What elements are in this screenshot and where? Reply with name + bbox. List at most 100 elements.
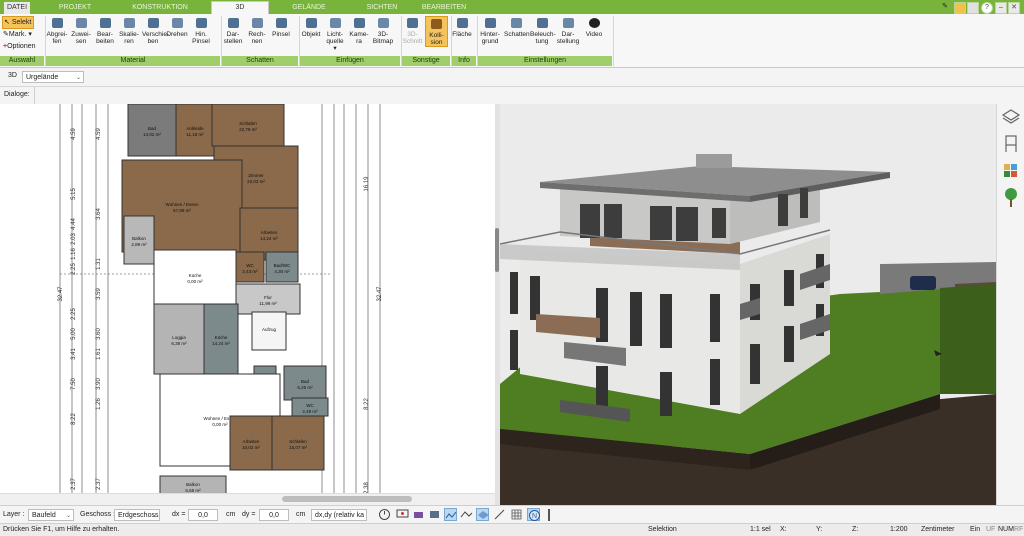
tree-icon[interactable] <box>1005 188 1017 207</box>
material-button-2[interactable]: Bear-beiten <box>94 16 116 45</box>
room-name: Zimmer <box>248 173 264 178</box>
chair-icon[interactable] <box>1005 135 1017 152</box>
room[interactable]: Balkon2,89 m² <box>123 215 155 265</box>
layers-icon[interactable] <box>1001 109 1021 124</box>
room[interactable]: Küche14,24 m² <box>203 303 239 375</box>
room-size: 4,30 m² <box>274 269 290 274</box>
tab-konstruktion[interactable]: KONSTRUKTION <box>126 2 194 14</box>
tab-projekt[interactable]: PROJEKT <box>52 2 98 14</box>
material-button-4[interactable]: Verschie-ben <box>142 16 169 45</box>
room-name: Loggia <box>172 335 186 340</box>
floor-plan-view[interactable]: Bad 14,02 m² Ankleide 11,18 m² Schlafen 22,79… <box>0 104 496 493</box>
edit-icon[interactable] <box>493 508 506 521</box>
info-button-0[interactable]: Fläche <box>452 16 472 38</box>
floor-select[interactable]: Erdgeschoss ⌄ <box>114 509 160 521</box>
sonstige-button-1[interactable]: Kolli-sion <box>425 16 448 47</box>
room[interactable]: Bad14,02 m² <box>127 104 177 157</box>
clock-icon[interactable] <box>378 508 391 521</box>
info-button-label: Fläche <box>452 31 472 38</box>
minimize-icon[interactable]: – <box>995 2 1007 14</box>
room[interactable]: Schlafen22,79 m² <box>211 104 285 147</box>
measure-icon[interactable] <box>460 508 473 521</box>
room[interactable]: Aufzug <box>251 311 287 351</box>
room[interactable]: Schlafen15,07 m² <box>271 415 325 471</box>
tab-bearbeiten[interactable]: BEARBEITEN <box>414 2 474 14</box>
room[interactable]: Bad/WC4,30 m² <box>265 251 299 283</box>
einfuegen-button-0[interactable]: Objekt <box>300 16 322 38</box>
status-rf: RF <box>1014 526 1024 533</box>
material-palette-icon[interactable] <box>1004 164 1017 177</box>
room[interactable]: Balkon5,58 m² <box>159 475 227 493</box>
material-button-5[interactable]: Drehen <box>166 16 188 38</box>
room[interactable]: Flur11,99 m² <box>235 283 301 315</box>
schatten-button-1[interactable]: Rech-nen <box>246 16 268 45</box>
coordinate-mode-select[interactable]: dx,dy (relativ ka <box>311 509 367 521</box>
collision-icon <box>431 19 442 29</box>
room[interactable]: Loggia6,38 m² <box>153 303 205 375</box>
tab-gelaende[interactable]: GELÄNDE <box>284 2 334 14</box>
dx-input[interactable]: 0,0 <box>188 509 218 521</box>
status-y: Y: <box>816 526 823 533</box>
room-size: 2,49 m² <box>302 409 318 414</box>
tab-3d[interactable]: 3D <box>211 1 269 15</box>
room[interactable]: Bad6,26 m² <box>283 365 327 401</box>
folder-icon[interactable] <box>954 2 966 14</box>
terrain-select[interactable]: Urgelände ⌄ <box>22 71 84 83</box>
einfuegen-button-2[interactable]: Kame-ra <box>348 16 370 45</box>
floor-plan-svg[interactable]: Bad14,02 m²Ankleide11,18 m²Schlafen22,79… <box>0 104 495 493</box>
3d-scene-svg[interactable] <box>500 104 996 505</box>
car <box>910 276 936 290</box>
room[interactable]: Ankleide11,18 m² <box>175 104 215 157</box>
einstellungen-button-1[interactable]: Schatten <box>504 16 530 38</box>
room-size: 57,89 m² <box>173 208 191 213</box>
room-name: Küche <box>215 335 228 340</box>
mark-button[interactable]: ✎Mark. ▾ <box>2 29 34 40</box>
einstellungen-button-3[interactable]: Dar-stellung <box>556 16 580 45</box>
print-icon[interactable] <box>967 2 979 14</box>
einstellungen-button-0[interactable]: Hinter-grund <box>478 16 502 45</box>
schatten-button-2[interactable]: Pinsel <box>270 16 292 38</box>
einstellungen-button-4[interactable]: Video <box>582 16 606 38</box>
help-icon[interactable]: ? <box>981 2 993 14</box>
status-z: Z: <box>852 526 859 533</box>
scrollbar-thumb[interactable] <box>282 496 412 502</box>
tab-sichten[interactable]: SICHTEN <box>357 2 407 14</box>
terrain-snap-icon[interactable] <box>444 508 457 521</box>
room-name: Schlafen <box>289 439 307 444</box>
monitor-icon[interactable] <box>396 508 409 521</box>
video-icon <box>588 18 600 28</box>
wall-icon[interactable] <box>428 508 441 521</box>
north-icon[interactable]: N <box>527 508 540 521</box>
schatten-button-0[interactable]: Dar-stellen <box>222 16 244 45</box>
dimension-label: 8.22 <box>71 413 77 425</box>
dy-input[interactable]: 0,0 <box>259 509 289 521</box>
room[interactable]: Arbeiten10,02 m² <box>229 415 273 471</box>
tree-icon <box>377 18 389 28</box>
tab-datei[interactable]: DATEI <box>4 2 30 14</box>
room[interactable]: WC2,43 m² <box>235 251 265 283</box>
surface-icon[interactable] <box>476 508 489 521</box>
options-button[interactable]: +Optionen <box>2 41 38 52</box>
material-button-0[interactable]: Abgrei-fen <box>46 16 68 45</box>
room[interactable]: Küche0,00 m² <box>153 249 237 305</box>
layer-toolbar: Layer : Baufeld ⌄ Geschoss : Erdgeschoss ⌄… <box>0 505 1024 524</box>
room[interactable]: WC2,49 m² <box>291 397 329 417</box>
3d-view[interactable] <box>500 104 996 505</box>
snap-icon[interactable] <box>412 508 425 521</box>
einfuegen-button-3[interactable]: 3D- Bitmap <box>372 16 394 45</box>
selekt-button[interactable]: ↖ Selekt <box>2 16 35 29</box>
display-icon <box>562 18 574 28</box>
einfuegen-button-1[interactable]: Licht-quelle ▾ <box>324 16 346 52</box>
brush-icon[interactable]: ✎ <box>940 2 950 12</box>
material-button-3[interactable]: Skalie-ren <box>118 16 140 45</box>
grid-icon[interactable] <box>510 508 523 521</box>
material-button-6[interactable]: Hin. Pinsel <box>190 16 212 45</box>
help-hint: Drücken Sie F1, um Hilfe zu erhalten. <box>3 526 120 533</box>
sonstige-button-0[interactable]: 3D- Schnitt <box>402 16 423 45</box>
close-icon[interactable]: ✕ <box>1008 2 1020 14</box>
layer-select[interactable]: Baufeld ⌄ <box>28 509 74 521</box>
mark-label: Mark. <box>8 31 27 38</box>
splitter-handle[interactable] <box>495 228 499 272</box>
material-button-1[interactable]: Zuwei-sen <box>70 16 92 45</box>
einstellungen-button-2[interactable]: Beleuch-tung <box>530 16 556 45</box>
